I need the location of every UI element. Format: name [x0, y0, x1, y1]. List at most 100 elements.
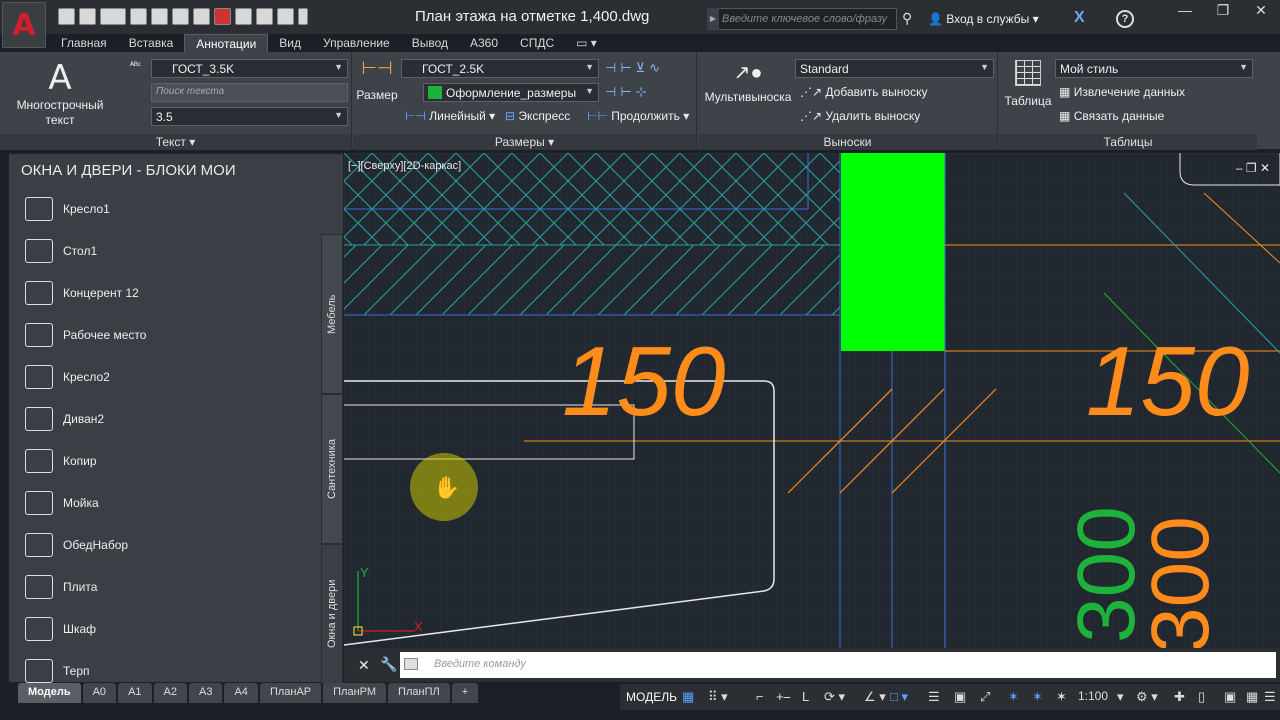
osnap-icon[interactable]: □ ▾ — [890, 689, 908, 705]
palette-item[interactable]: ОбедНабор — [19, 524, 319, 566]
palette-item[interactable]: Плита — [19, 566, 319, 608]
layout-tab[interactable]: ПланПЛ — [388, 683, 450, 703]
remove-leader-button[interactable]: ⋰↗ Удалить выноску — [800, 109, 920, 123]
ribbon-tab[interactable]: Управление — [312, 34, 401, 52]
publish-icon[interactable] — [193, 8, 210, 25]
palette-tab[interactable]: Окна и двери — [321, 544, 343, 684]
save-icon[interactable] — [100, 8, 126, 25]
palette-item[interactable]: Концерент 12 — [19, 272, 319, 314]
palette-item[interactable]: Стол1 — [19, 230, 319, 272]
workspace-icon[interactable] — [277, 8, 294, 25]
dim-tools-row2-icons[interactable]: ⊣⊢⊹ — [605, 84, 651, 100]
save-as-icon[interactable] — [130, 8, 147, 25]
annotation-scale-icon[interactable]: ✶ — [1056, 689, 1067, 705]
model-space-button[interactable]: МОДЕЛЬ — [620, 686, 683, 708]
layout-tab[interactable]: Модель — [18, 683, 81, 703]
customize-qat-icon[interactable] — [298, 8, 308, 25]
text-style-select[interactable]: ГОСТ_3.5K ▼ — [151, 59, 348, 78]
dimstyle-select[interactable]: ГОСТ_2.5K ▼ — [401, 59, 599, 78]
signin-button[interactable]: 👤 Вход в службы ▾ — [928, 12, 1039, 26]
drawing-canvas[interactable]: 150 150 300 300 Y X ✋ — [344, 153, 1280, 648]
viewport-label[interactable]: [−][Сверху][2D-каркас] — [348, 160, 461, 172]
ribbon-tab[interactable]: Вывод — [401, 34, 459, 52]
close-icon[interactable]: ✕ — [358, 657, 370, 674]
add-layout-button[interactable]: + — [451, 683, 479, 703]
snap-mode-icon[interactable]: ⠿ ▾ — [708, 689, 728, 705]
find-text-input[interactable]: Поиск текста — [151, 83, 348, 102]
scale-dropdown-icon[interactable]: ▾ — [1117, 689, 1124, 705]
close-icon[interactable]: ✕ — [1242, 0, 1280, 20]
new-icon[interactable] — [58, 8, 75, 25]
print-icon[interactable] — [151, 8, 168, 25]
grid-display-icon[interactable]: ▦ — [682, 689, 694, 705]
wrench-icon[interactable]: 🔧 — [380, 656, 397, 673]
dim-text-150-right[interactable]: 150 — [1086, 326, 1250, 436]
palette-item[interactable]: Кресло1 — [19, 188, 319, 230]
table-button[interactable]: Таблица — [1001, 60, 1055, 108]
extract-data-button[interactable]: ▦ Извлечение данных — [1059, 85, 1185, 99]
green-column[interactable] — [841, 153, 945, 351]
dimension-button[interactable]: ⊢⊣ Размер — [355, 58, 399, 102]
dim-layer-select[interactable]: Оформление_размеры ▼ — [423, 83, 599, 102]
search-expand-icon[interactable]: ▶ — [707, 8, 719, 30]
ribbon-tab[interactable]: Аннотации — [184, 34, 269, 52]
continue-button[interactable]: ⊢⊢ Продолжить ▾ — [587, 109, 689, 123]
palette-item[interactable]: Мойка — [19, 482, 319, 524]
dimensions-panel-title[interactable]: Размеры ▾ — [353, 134, 696, 150]
palette-item[interactable]: Диван2 — [19, 398, 319, 440]
share-icon[interactable] — [256, 8, 273, 25]
check-spelling-icon[interactable]: ᴬᴮᶜ — [130, 60, 141, 70]
multileader-button[interactable]: ↗● Мультивыноска — [700, 60, 796, 104]
table-style-select[interactable]: Мой стиль ▼ — [1055, 59, 1253, 78]
tables-panel-title[interactable]: Таблицы — [999, 134, 1257, 150]
redo-icon[interactable] — [235, 8, 252, 25]
undo-icon[interactable] — [214, 8, 231, 25]
restore-icon[interactable]: ❐ — [1204, 0, 1242, 20]
link-data-button[interactable]: ▦ Связать данные — [1059, 109, 1164, 123]
express-button[interactable]: ⊟ Экспресс — [505, 109, 570, 123]
ribbon-minimize-icon[interactable]: ▭ ▾ — [565, 34, 608, 52]
dim-text-150-left[interactable]: 150 — [562, 326, 726, 436]
palette-item[interactable]: Шкаф — [19, 608, 319, 650]
viewport-controls[interactable]: – ❐ ✕ — [1236, 161, 1270, 175]
app-menu-button[interactable]: A — [2, 2, 46, 48]
command-prompt-icon[interactable] — [404, 658, 418, 670]
ribbon-tab[interactable]: Главная — [50, 34, 118, 52]
text-panel-title[interactable]: Текст ▾ — [0, 134, 351, 150]
help-icon[interactable]: ? — [1116, 10, 1134, 28]
layout-tab[interactable]: ПланРМ — [323, 683, 387, 703]
ribbon-tab[interactable]: А360 — [459, 34, 509, 52]
linear-button[interactable]: ⊢⊣ Линейный ▾ — [405, 109, 495, 123]
exchange-icon[interactable]: X — [1074, 9, 1085, 27]
layout-tab[interactable]: ПланАР — [259, 683, 322, 703]
minimize-icon[interactable]: — — [1166, 0, 1204, 20]
palette-item[interactable]: Копир — [19, 440, 319, 482]
palette-tab[interactable]: Сантехника — [321, 394, 343, 544]
customize-menu-icon[interactable]: ☰ — [1264, 689, 1276, 705]
hardware-accel-icon[interactable]: ▣ — [1224, 689, 1236, 705]
dim-tools-row1-icons[interactable]: ⊣⊢⊻∿ — [605, 60, 664, 76]
ortho-icon[interactable]: L — [802, 689, 809, 704]
mleader-style-select[interactable]: Standard ▼ — [795, 59, 994, 78]
binoculars-icon[interactable]: ⚲ — [902, 10, 912, 27]
ribbon-tab[interactable]: СПДС — [509, 34, 565, 52]
text-height-select[interactable]: 3.5 ▼ — [151, 107, 348, 126]
lineweight-icon[interactable]: ☰ — [928, 689, 940, 705]
plot-icon[interactable] — [172, 8, 189, 25]
dynamic-input-icon[interactable]: +⎯ — [776, 689, 790, 705]
auto-scale-icon[interactable]: ✶ — [1032, 689, 1043, 705]
add-leader-button[interactable]: ⋰↗ Добавить выноску — [800, 85, 927, 99]
palette-item[interactable]: Кресло2 — [19, 356, 319, 398]
palette-tab[interactable]: Мебель — [321, 234, 343, 394]
command-input[interactable]: Введите команду — [400, 652, 1276, 678]
layout-tab[interactable]: А3 — [189, 683, 223, 703]
layout-tab[interactable]: А2 — [153, 683, 187, 703]
layout-tab[interactable]: А0 — [82, 683, 117, 703]
polar-tracking-icon[interactable]: ⟳ ▾ — [824, 689, 845, 705]
layout-tab[interactable]: А1 — [118, 683, 152, 703]
workspace-gear-icon[interactable]: ⚙ ▾ — [1136, 689, 1158, 705]
units-icon[interactable]: ▯ — [1198, 689, 1205, 705]
palette-item[interactable]: Рабочее место — [19, 314, 319, 356]
annotation-visibility-icon[interactable]: ✶ — [1008, 689, 1019, 705]
annotation-monitor-icon[interactable]: ✚ — [1174, 689, 1185, 705]
